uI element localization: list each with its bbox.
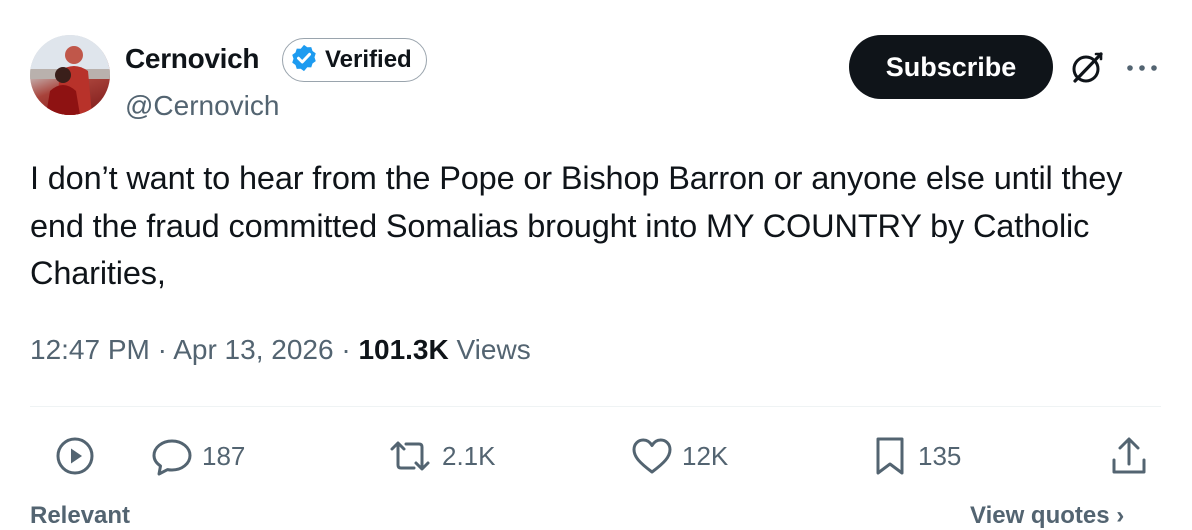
subscribe-button[interactable]: Subscribe — [849, 35, 1053, 99]
post-meta: 12:47 PM · Apr 13, 2026 · 101.3K Views — [30, 334, 531, 366]
repost-button[interactable]: 2.1K — [386, 432, 496, 480]
play-button[interactable] — [54, 432, 96, 480]
grok-icon[interactable] — [1066, 47, 1108, 89]
play-icon — [54, 435, 96, 477]
verified-badge-icon — [289, 43, 319, 78]
verified-label: Verified — [325, 46, 412, 73]
repost-count: 2.1K — [442, 440, 496, 471]
author-handle[interactable]: @Cernovich — [125, 90, 279, 122]
views-label: Views — [456, 334, 531, 365]
view-quotes-link[interactable]: View quotes › — [970, 502, 1124, 530]
like-button[interactable]: 12K — [630, 432, 728, 480]
reply-count: 187 — [202, 440, 246, 471]
bookmark-count: 135 — [918, 440, 962, 471]
reply-icon — [150, 435, 194, 477]
share-button[interactable] — [1108, 432, 1150, 480]
sort-relevant[interactable]: Relevant — [30, 502, 130, 530]
reply-button[interactable]: 187 — [150, 432, 245, 480]
like-icon — [630, 435, 674, 477]
like-count: 12K — [682, 440, 729, 471]
verified-badge[interactable]: Verified — [282, 38, 427, 82]
meta-separator: · — [341, 334, 359, 365]
divider — [30, 406, 1161, 407]
post-time[interactable]: 12:47 PM — [30, 334, 150, 365]
author-name[interactable]: Cernovich — [125, 43, 260, 75]
share-icon — [1108, 434, 1150, 478]
post-text: I don’t want to hear from the Pope or Bi… — [30, 160, 1123, 291]
repost-icon — [386, 435, 434, 477]
bookmark-button[interactable]: 135 — [870, 432, 961, 480]
avatar[interactable] — [30, 35, 110, 115]
post-date[interactable]: Apr 13, 2026 — [173, 334, 333, 365]
more-icon[interactable] — [1123, 54, 1161, 82]
meta-separator: · — [157, 334, 174, 365]
views-count: 101.3K — [358, 334, 449, 365]
bookmark-icon — [870, 434, 910, 478]
